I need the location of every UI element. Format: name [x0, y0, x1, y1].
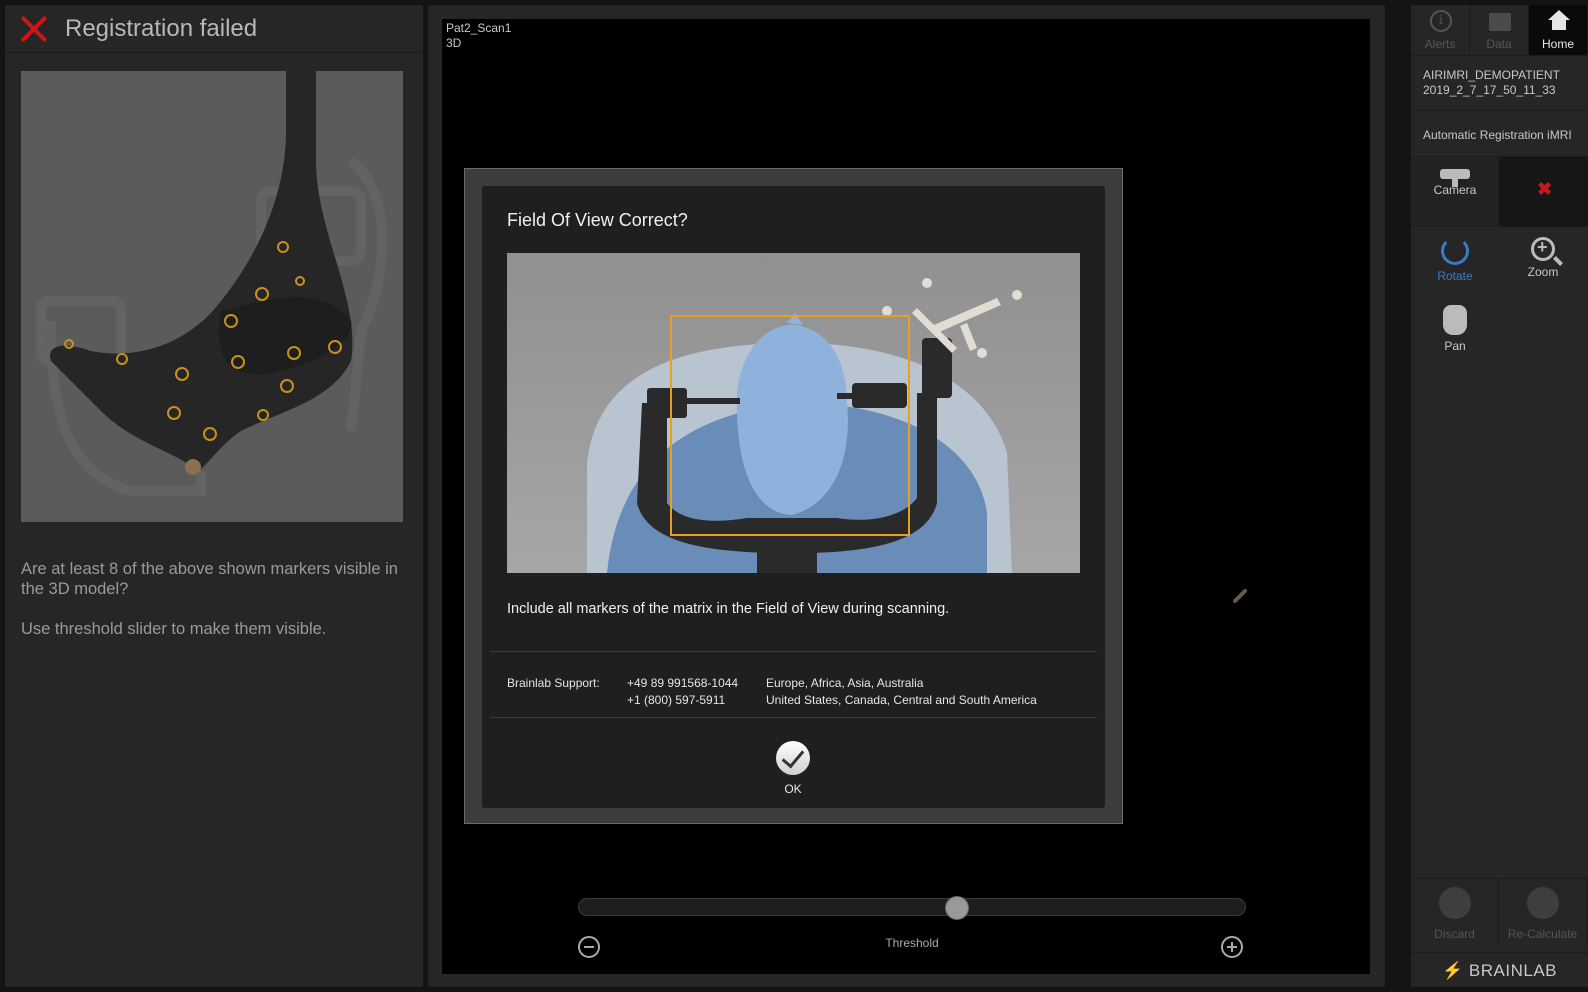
- zoom-icon: [1531, 237, 1555, 261]
- support-label: Brainlab Support:: [507, 676, 600, 690]
- bottom-actions: Discard Re-Calculate: [1411, 878, 1588, 949]
- support-regions: Europe, Africa, Asia, Australia United S…: [766, 675, 1037, 709]
- checkmark-icon: [776, 741, 810, 775]
- recalculate-label: Re-Calculate: [1507, 927, 1578, 941]
- rotate-label: Rotate: [1437, 269, 1473, 283]
- camera-button[interactable]: Camera: [1411, 157, 1499, 227]
- panel-title: Registration failed: [65, 14, 258, 42]
- hand-icon: [1443, 305, 1467, 335]
- support-phone-americas: +1 (800) 597-5911: [627, 693, 726, 707]
- camera-icon: [1440, 169, 1470, 187]
- support-phone-europe: +49 89 991568-1044: [627, 676, 739, 690]
- tab-home[interactable]: Home: [1529, 5, 1588, 55]
- render-fragment: [1232, 588, 1248, 604]
- view-mode: 3D: [446, 36, 462, 50]
- brand-name: BRAINLAB: [1468, 961, 1557, 980]
- marker-matrix-image: [21, 71, 403, 522]
- support-region-europe: Europe, Africa, Asia, Australia: [766, 676, 924, 690]
- viewport-label: Pat2_Scan1 3D: [446, 21, 511, 51]
- threshold-label: Threshold: [885, 936, 939, 950]
- instruction-text: Are at least 8 of the above shown marker…: [21, 559, 416, 659]
- info-icon: i: [1430, 10, 1452, 32]
- brand-mark-icon: ⚡: [1442, 961, 1464, 980]
- minus-icon: [1438, 887, 1471, 919]
- camera-status: ✖: [1499, 157, 1588, 227]
- zoom-label: Zoom: [1527, 265, 1559, 279]
- support-region-americas: United States, Canada, Central and South…: [766, 693, 1037, 707]
- threshold-slider[interactable]: [578, 896, 1246, 920]
- tab-alerts-label: Alerts: [1424, 37, 1456, 51]
- dialog-body: Field Of View Correct? Include all marke…: [482, 186, 1105, 808]
- support-phones: +49 89 991568-1044 +1 (800) 597-5911: [627, 675, 738, 709]
- instruction-panel: Registration failed Are at least 8 of th…: [5, 5, 423, 987]
- workflow-step[interactable]: Automatic Registration iMRI: [1411, 111, 1588, 157]
- home-icon: [1548, 10, 1570, 20]
- ok-label: OK: [784, 782, 802, 796]
- discard-button[interactable]: Discard: [1411, 879, 1499, 949]
- tab-data-label: Data: [1486, 37, 1512, 51]
- data-icon: [1489, 13, 1511, 31]
- brainlab-logo: ⚡ BRAINLAB: [1411, 952, 1588, 987]
- threshold-hint: Use threshold slider to make them visibl…: [21, 620, 327, 638]
- discard-label: Discard: [1434, 927, 1475, 941]
- scan-name: Pat2_Scan1: [446, 21, 512, 35]
- ok-button[interactable]: OK: [773, 741, 813, 799]
- camera-error-icon: ✖: [1537, 179, 1553, 199]
- dialog-divider-bottom: [490, 717, 1097, 718]
- chevron-right-icon: [1526, 887, 1559, 919]
- rotate-button[interactable]: Rotate: [1411, 237, 1499, 283]
- panel-header: Registration failed: [5, 5, 423, 53]
- tab-home-label: Home: [1541, 37, 1574, 51]
- patient-info[interactable]: AIRIMRI_DEMOPATIENT 2019_2_7_17_50_11_33: [1411, 55, 1588, 111]
- tool-grid: Camera ✖ Rotate Zoom Pan: [1411, 157, 1588, 367]
- rotate-icon: [1441, 237, 1469, 265]
- patient-date: 2019_2_7_17_50_11_33: [1423, 83, 1556, 97]
- threshold-slider-thumb[interactable]: [944, 896, 969, 920]
- dialog-divider-top: [490, 651, 1097, 652]
- pan-button[interactable]: Pan: [1411, 305, 1499, 353]
- dialog-message: Include all markers of the matrix in the…: [507, 601, 950, 617]
- home-icon-body: [1552, 20, 1566, 30]
- fov-dialog: Field Of View Correct? Include all marke…: [464, 168, 1123, 824]
- tool-sidebar: i Alerts Data Home AIRIMRI_DEMOPATIENT 2…: [1411, 5, 1588, 987]
- threshold-increase-button[interactable]: [1221, 936, 1243, 958]
- patient-name: AIRIMRI_DEMOPATIENT: [1423, 68, 1560, 82]
- error-x-icon: [19, 14, 49, 44]
- zoom-button[interactable]: Zoom: [1499, 237, 1587, 279]
- threshold-decrease-button[interactable]: [578, 936, 600, 958]
- top-tabs: i Alerts Data Home: [1411, 5, 1588, 55]
- pan-label: Pan: [1444, 339, 1466, 353]
- marker-question: Are at least 8 of the above shown marker…: [21, 560, 398, 598]
- dialog-title: Field Of View Correct?: [507, 210, 688, 230]
- tab-alerts[interactable]: i Alerts: [1411, 5, 1470, 55]
- tab-data[interactable]: Data: [1470, 5, 1529, 55]
- fov-illustration: [507, 253, 1080, 573]
- recalculate-button[interactable]: Re-Calculate: [1499, 879, 1587, 949]
